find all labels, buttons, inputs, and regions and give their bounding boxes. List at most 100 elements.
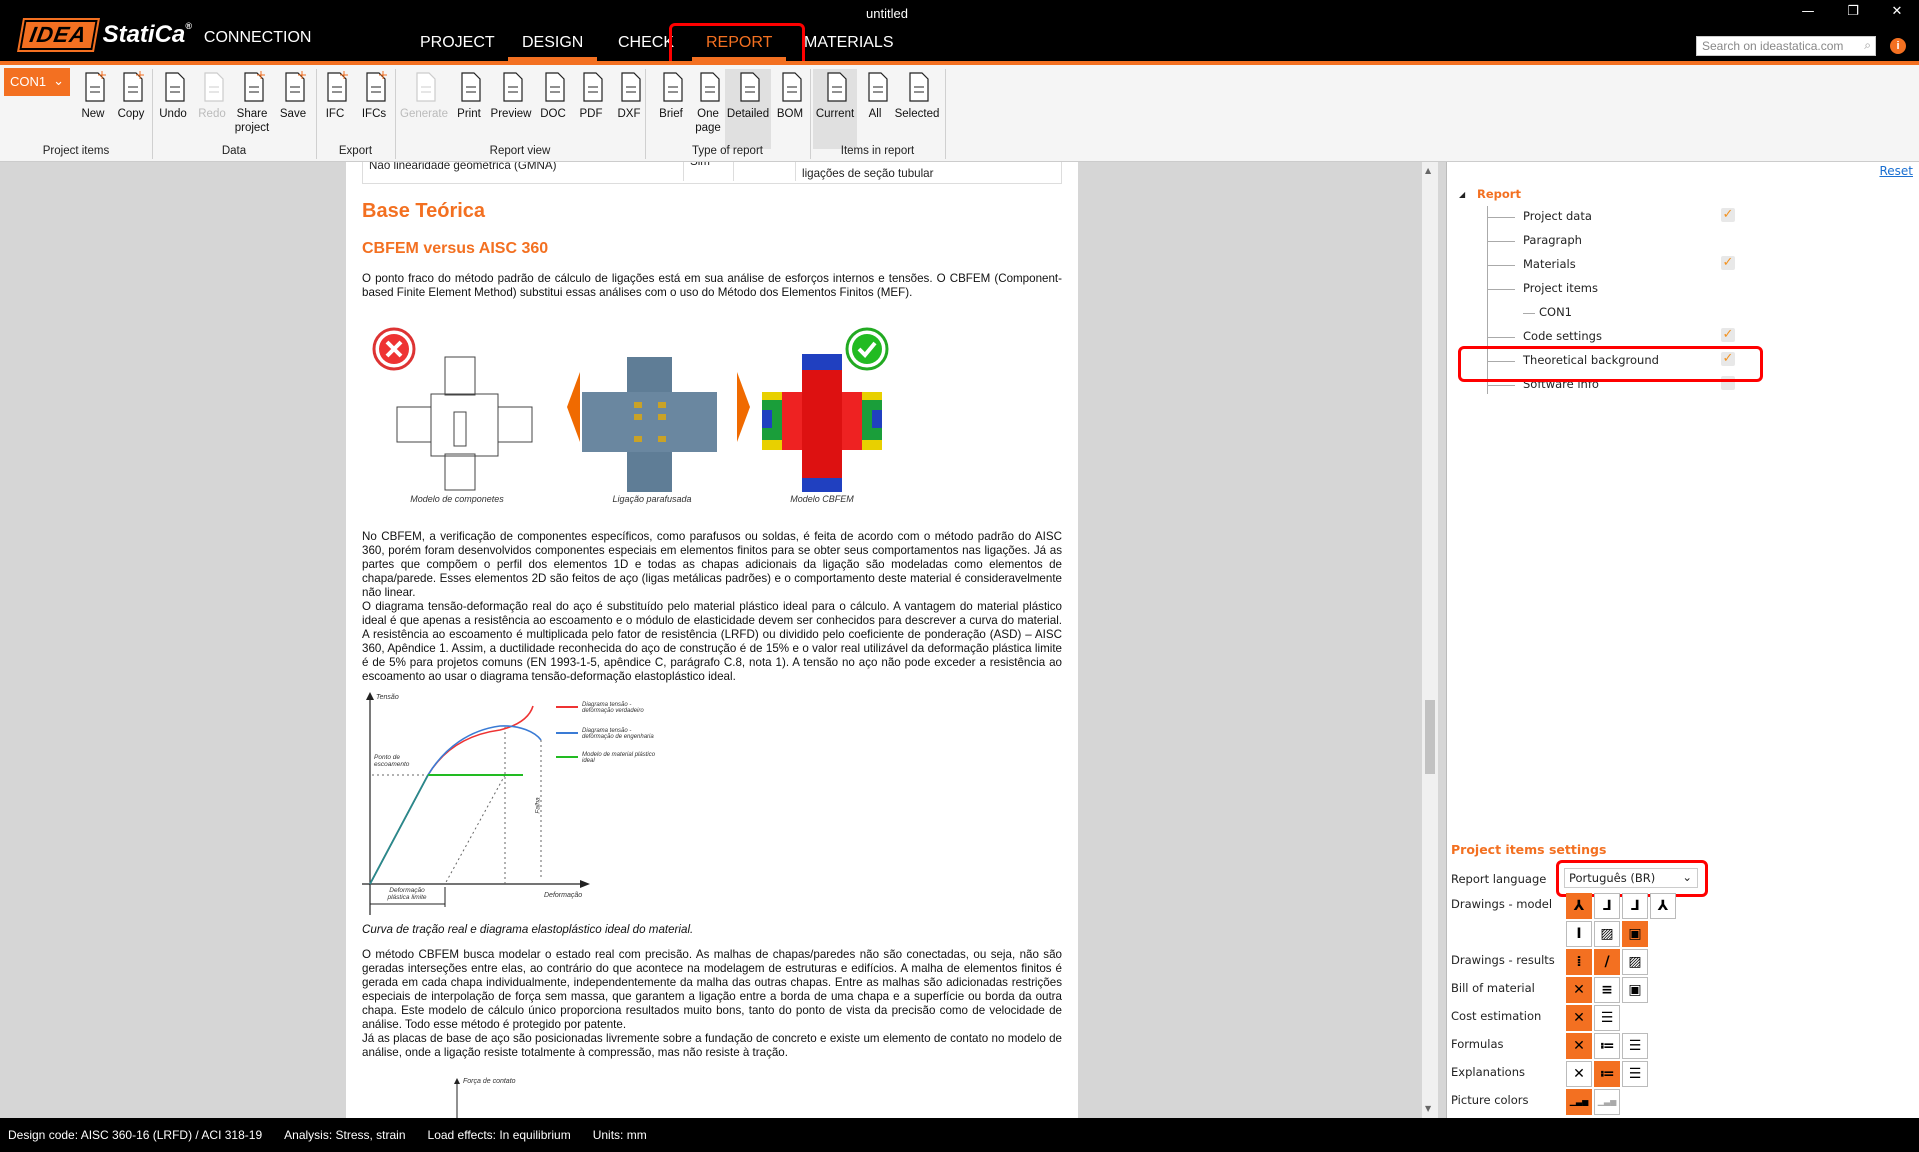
- current-items-icon: [820, 69, 850, 103]
- tree-item-materials[interactable]: Materials: [1523, 257, 1576, 271]
- project-item-selector[interactable]: CON1 ⌄: [4, 68, 70, 96]
- none-icon[interactable]: ✕: [1566, 977, 1592, 1003]
- detailed-icon: [733, 69, 763, 103]
- table-icon[interactable]: ≡: [1594, 977, 1620, 1003]
- scrollbar-thumb[interactable]: [1425, 700, 1435, 774]
- scroll-down-icon[interactable]: ▼: [1425, 1104, 1431, 1113]
- tree-line: [1523, 313, 1535, 314]
- none-icon[interactable]: ✕: [1566, 1033, 1592, 1059]
- detail-picture-icon[interactable]: ▣: [1622, 977, 1648, 1003]
- engineering-stress-curve: [369, 725, 542, 885]
- collapse-icon[interactable]: ◢: [1459, 190, 1465, 199]
- redo-button[interactable]: Redo: [195, 69, 229, 121]
- paragraph: No CBFEM, a verificação de componentes e…: [362, 530, 1062, 599]
- section-icon[interactable]: I: [1566, 921, 1592, 947]
- doc-button[interactable]: DOC: [536, 69, 570, 121]
- axes-side-icon[interactable]: ⅃: [1622, 893, 1648, 919]
- window-title: untitled: [866, 6, 908, 21]
- tree-root-report[interactable]: Report: [1477, 187, 1521, 201]
- traffic-light-icon[interactable]: ⁞: [1566, 949, 1592, 975]
- short-list-icon[interactable]: ≔: [1594, 1033, 1620, 1059]
- print-button[interactable]: Print: [452, 69, 486, 121]
- button-label: PDF: [579, 108, 603, 120]
- list-icon[interactable]: ☰: [1594, 1005, 1620, 1031]
- cbfem-model-image: [762, 354, 882, 494]
- tree-item-project-items[interactable]: Project items: [1523, 281, 1598, 295]
- divider: [810, 69, 811, 159]
- color-bars-icon[interactable]: ▁▃▅: [1566, 1089, 1592, 1115]
- app-logo: IDEA StatiCa® CONNECTION: [17, 18, 311, 52]
- button-label: Undo: [159, 108, 187, 120]
- table-row: Não linearidade geométrica (GMNA) Sim li…: [362, 162, 1062, 184]
- picture-icon[interactable]: ▨: [1622, 949, 1648, 975]
- axes-iso-icon[interactable]: ⅄: [1566, 893, 1592, 919]
- button-label: IFC: [325, 108, 345, 120]
- ifc-icon: [320, 69, 350, 103]
- tree-item-paragraph[interactable]: Paragraph: [1523, 233, 1582, 247]
- generate-button[interactable]: Generate: [399, 69, 449, 121]
- group-export: Export: [338, 145, 373, 157]
- all-button[interactable]: All: [861, 69, 889, 121]
- pdf-button[interactable]: PDF: [574, 69, 608, 121]
- all-items-icon: [861, 69, 891, 103]
- tree-line: [1487, 337, 1515, 338]
- save-button[interactable]: Save: [276, 69, 310, 121]
- ifc-button[interactable]: IFC: [318, 69, 352, 121]
- list-icon[interactable]: ☰: [1622, 1061, 1648, 1087]
- tab-project[interactable]: PROJECT: [406, 34, 509, 61]
- paragraph: O diagrama tensão-deformação real do aço…: [362, 600, 1062, 683]
- short-list-icon[interactable]: ≔: [1594, 1061, 1620, 1087]
- detailed-button[interactable]: Detailed: [725, 69, 771, 149]
- button-label: Brief: [659, 108, 683, 120]
- ifcs-button[interactable]: IFCs: [355, 69, 393, 121]
- undo-button[interactable]: Undo: [155, 69, 191, 121]
- tree-item-project-data[interactable]: Project data: [1523, 209, 1592, 223]
- close-button[interactable]: ✕: [1882, 4, 1912, 19]
- none-icon[interactable]: ✕: [1566, 1005, 1592, 1031]
- table-cell: ligações de seção tubular: [795, 162, 933, 181]
- onepage-button[interactable]: One page: [690, 69, 726, 135]
- tab-materials[interactable]: MATERIALS: [790, 34, 908, 61]
- selected-items-icon: [902, 69, 932, 103]
- current-button[interactable]: Current: [813, 69, 857, 149]
- preview-button[interactable]: Preview: [489, 69, 533, 121]
- include-checkbox[interactable]: ✓: [1721, 208, 1735, 222]
- picture-icon[interactable]: ▨: [1594, 921, 1620, 947]
- copy-button[interactable]: Copy: [113, 69, 149, 121]
- search-input[interactable]: Search on ideastatica.com ⌕: [1696, 36, 1876, 56]
- logo-idea: IDEA: [17, 18, 100, 52]
- tree-item-code-settings[interactable]: Code settings: [1523, 329, 1602, 343]
- axes-top-icon[interactable]: ⅄: [1650, 893, 1676, 919]
- none-icon[interactable]: ✕: [1566, 1061, 1592, 1087]
- selected-button[interactable]: Selected: [893, 69, 941, 121]
- include-checkbox[interactable]: ✓: [1721, 256, 1735, 270]
- brief-button[interactable]: Brief: [653, 69, 689, 121]
- button-label: One page: [695, 108, 721, 134]
- info-icon[interactable]: i: [1890, 38, 1906, 54]
- figure-stress-strain: Tensão Deformação Ponto de escoamento Fa…: [360, 692, 680, 917]
- bom-button[interactable]: BOM: [773, 69, 807, 121]
- detail-picture-icon[interactable]: ▣: [1622, 921, 1648, 947]
- grey-bars-icon[interactable]: ▁▃▅: [1594, 1089, 1620, 1115]
- status-load-effects: Load effects: In equilibrium: [427, 1128, 571, 1142]
- new-button[interactable]: New: [76, 69, 110, 121]
- setting-label: Explanations: [1451, 1065, 1525, 1079]
- paragraph: O ponto fraco do método padrão de cálcul…: [362, 272, 1062, 299]
- button-label: Detailed: [726, 108, 770, 120]
- scroll-up-icon[interactable]: ▲: [1425, 166, 1431, 175]
- tree-item-con1[interactable]: CON1: [1539, 305, 1572, 319]
- list-icon[interactable]: ☰: [1622, 1033, 1648, 1059]
- setting-label: Bill of material: [1451, 981, 1535, 995]
- reset-link[interactable]: Reset: [1879, 164, 1913, 178]
- axes-front-icon[interactable]: ⅃: [1594, 893, 1620, 919]
- vertical-scrollbar[interactable]: [1422, 162, 1438, 1118]
- figure-caption: Modelo CBFEM: [790, 494, 854, 504]
- stress-icon[interactable]: /: [1594, 949, 1620, 975]
- divider: [945, 69, 946, 159]
- share-button[interactable]: Share project: [232, 69, 272, 135]
- include-checkbox[interactable]: ✓: [1721, 328, 1735, 342]
- minimize-button[interactable]: —: [1793, 4, 1823, 19]
- tab-design[interactable]: DESIGN: [508, 34, 598, 61]
- dxf-button[interactable]: DXF: [612, 69, 646, 121]
- restore-button[interactable]: ❐: [1838, 4, 1868, 19]
